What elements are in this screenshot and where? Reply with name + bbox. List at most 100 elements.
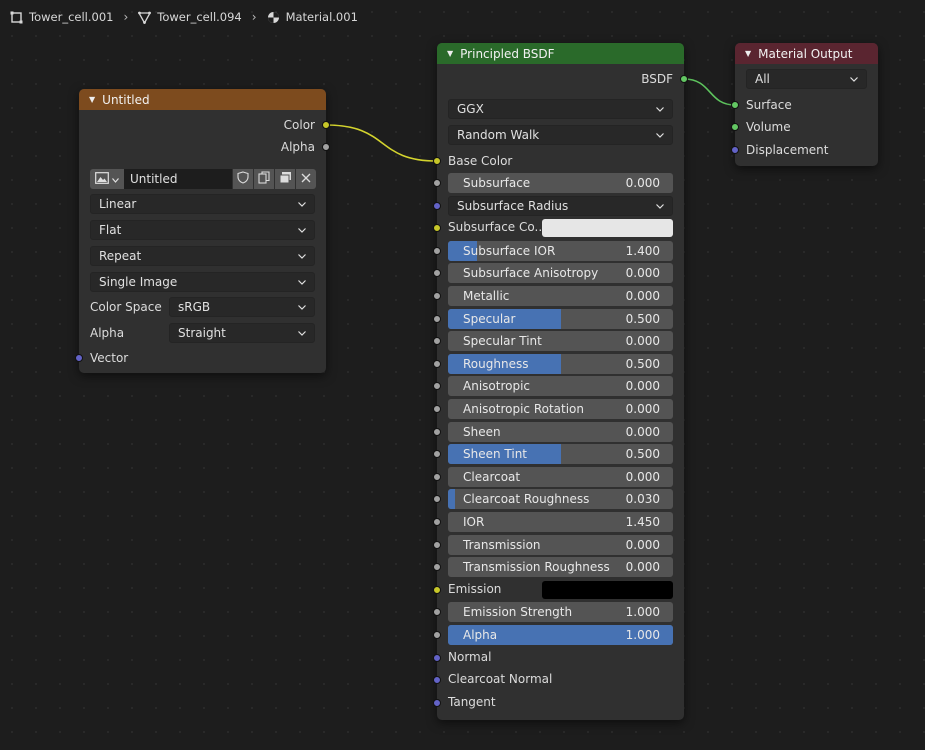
roughness-slider-value: 0.500 [625,357,660,371]
ior-slider-value: 1.450 [625,515,660,529]
input-displacement-socket[interactable] [731,146,739,154]
fake-user-button[interactable] [233,169,253,189]
breadcrumb-object[interactable]: Tower_cell.001 [10,10,113,24]
material-output-header[interactable]: ▼ Material Output [735,43,878,64]
emission-strength-slider-value: 1.000 [625,605,660,619]
extension-dropdown[interactable]: Repeat [90,246,315,266]
chevron-down-icon [298,330,306,336]
input-volume-socket[interactable] [731,123,739,131]
input-emission-socket[interactable] [433,586,441,594]
ior-slider[interactable]: IOR 1.450 [448,512,673,532]
alpha-mode-label: Alpha [90,326,125,340]
alpha-mode-value: Straight [178,326,226,340]
subsurface-ior-slider[interactable]: Subsurface IOR 1.400 [448,241,673,261]
breadcrumb-mesh[interactable]: Tower_cell.094 [138,10,242,24]
distribution-dropdown[interactable]: GGX [448,99,673,119]
input-sheen-tint-socket[interactable] [433,450,441,458]
input-vector-socket[interactable] [75,354,83,362]
input-subsurface-socket[interactable] [433,179,441,187]
anisotropic-slider[interactable]: Anisotropic 0.000 [448,376,673,396]
input-metallic-socket[interactable] [433,292,441,300]
image-browse-button[interactable] [90,169,124,189]
input-displacement-label: Displacement [746,143,829,157]
specular-slider[interactable]: Specular 0.500 [448,309,673,329]
subsurface-method-dropdown[interactable]: Random Walk [448,125,673,145]
color-space-dropdown[interactable]: sRGB [169,297,315,317]
input-alpha-socket[interactable] [433,631,441,639]
subsurface-method-value: Random Walk [457,128,540,142]
input-specular-tint-socket[interactable] [433,337,441,345]
emission-strength-slider[interactable]: Emission Strength 1.000 [448,602,673,622]
metallic-slider[interactable]: Metallic 0.000 [448,286,673,306]
sheen-tint-slider[interactable]: Sheen Tint 0.500 [448,444,673,464]
projection-dropdown[interactable]: Flat [90,220,315,240]
material-output-title: Material Output [758,46,853,61]
input-ior-socket[interactable] [433,518,441,526]
input-subsurface-ior-socket[interactable] [433,247,441,255]
input-clearcoat-socket[interactable] [433,473,441,481]
chevron-down-icon [298,304,306,310]
input-transmission-socket[interactable] [433,541,441,549]
output-color-socket[interactable] [322,121,330,129]
input-subsurface-anisotropy-socket[interactable] [433,269,441,277]
input-subsurface-radius-socket[interactable] [433,202,441,210]
output-bsdf-socket[interactable] [680,75,688,83]
link-bsdf-to-surface [683,78,736,106]
image-name-field[interactable]: Untitled [124,169,232,189]
transmission-roughness-slider[interactable]: Transmission Roughness 0.000 [448,557,673,577]
collapse-arrow-icon[interactable]: ▼ [89,95,95,104]
interpolation-dropdown[interactable]: Linear [90,194,315,214]
unlink-image-button[interactable] [296,169,316,189]
object-icon [10,11,23,24]
emission-strength-slider-label: Emission Strength [463,605,573,619]
input-anisotropic-socket[interactable] [433,382,441,390]
input-base-color-socket[interactable] [433,157,441,165]
input-clearcoat-roughness-socket[interactable] [433,495,441,503]
subsurface-ior-slider-value: 1.400 [625,244,660,258]
clearcoat-slider[interactable]: Clearcoat 0.000 [448,467,673,487]
input-emission-strength-socket[interactable] [433,608,441,616]
subsurface-color-swatch[interactable] [542,219,673,237]
breadcrumb-material[interactable]: Material.001 [267,10,358,24]
projection-value: Flat [99,223,122,237]
material-output-node[interactable]: ▼ Material Output All Surface Volume Dis… [731,43,878,166]
new-image-button[interactable] [254,169,274,189]
input-clearcoat-normal-socket[interactable] [433,676,441,684]
input-tangent-socket[interactable] [433,699,441,707]
image-texture-node[interactable]: ▼ Untitled Color Alpha Untitled Linear F… [75,89,330,373]
input-surface-socket[interactable] [731,101,739,109]
collapse-arrow-icon[interactable]: ▼ [745,49,751,58]
collapse-arrow-icon[interactable]: ▼ [447,49,453,58]
image-texture-node-title: Untitled [102,92,150,107]
transmission-roughness-slider-value: 0.000 [625,560,660,574]
clearcoat-roughness-slider[interactable]: Clearcoat Roughness 0.030 [448,489,673,509]
input-subsurface-color-socket[interactable] [433,224,441,232]
input-transmission-roughness-socket[interactable] [433,563,441,571]
roughness-slider[interactable]: Roughness 0.500 [448,354,673,374]
input-sheen-socket[interactable] [433,428,441,436]
subsurface-anisotropy-slider[interactable]: Subsurface Anisotropy 0.000 [448,263,673,283]
stack-icon [279,171,292,187]
alpha-slider[interactable]: Alpha 1.000 [448,625,673,645]
principled-bsdf-node[interactable]: ▼ Principled BSDF BSDF GGX Random Walk B… [433,43,688,720]
specular-tint-slider[interactable]: Specular Tint 0.000 [448,331,673,351]
subsurface-slider[interactable]: Subsurface 0.000 [448,173,673,193]
image-texture-node-header[interactable]: ▼ Untitled [79,89,326,110]
input-roughness-socket[interactable] [433,360,441,368]
principled-bsdf-header[interactable]: ▼ Principled BSDF [437,43,684,64]
input-specular-socket[interactable] [433,315,441,323]
open-image-button[interactable] [275,169,295,189]
clearcoat-roughness-slider-fill [448,489,455,509]
anisotropic-rotation-slider[interactable]: Anisotropic Rotation 0.000 [448,399,673,419]
chevron-down-icon [298,279,306,285]
alpha-mode-dropdown[interactable]: Straight [169,323,315,343]
emission-swatch[interactable] [542,581,673,599]
input-anisotropic-rotation-socket[interactable] [433,405,441,413]
transmission-slider[interactable]: Transmission 0.000 [448,535,673,555]
source-dropdown[interactable]: Single Image [90,272,315,292]
input-normal-socket[interactable] [433,654,441,662]
sheen-slider[interactable]: Sheen 0.000 [448,422,673,442]
subsurface-radius-dropdown[interactable]: Subsurface Radius [448,196,673,216]
output-alpha-socket[interactable] [322,143,330,151]
output-target-dropdown[interactable]: All [746,69,867,89]
